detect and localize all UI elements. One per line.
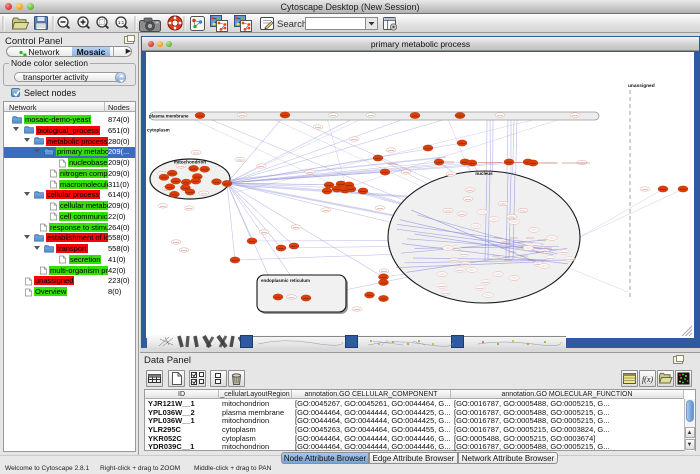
svg-text:f(x): f(x) [642,375,653,384]
svg-text:endoplasmic reticulum: endoplasmic reticulum [261,278,310,283]
svg-text:unassigned: unassigned [628,83,655,89]
svg-text:nucleus: nucleus [475,171,493,176]
svg-text:Search:: Search: [277,19,310,30]
svg-text:1:1: 1:1 [118,20,125,25]
svg-text:cytoplasm: cytoplasm [147,128,170,133]
svg-text:plasma membrane: plasma membrane [149,114,189,119]
